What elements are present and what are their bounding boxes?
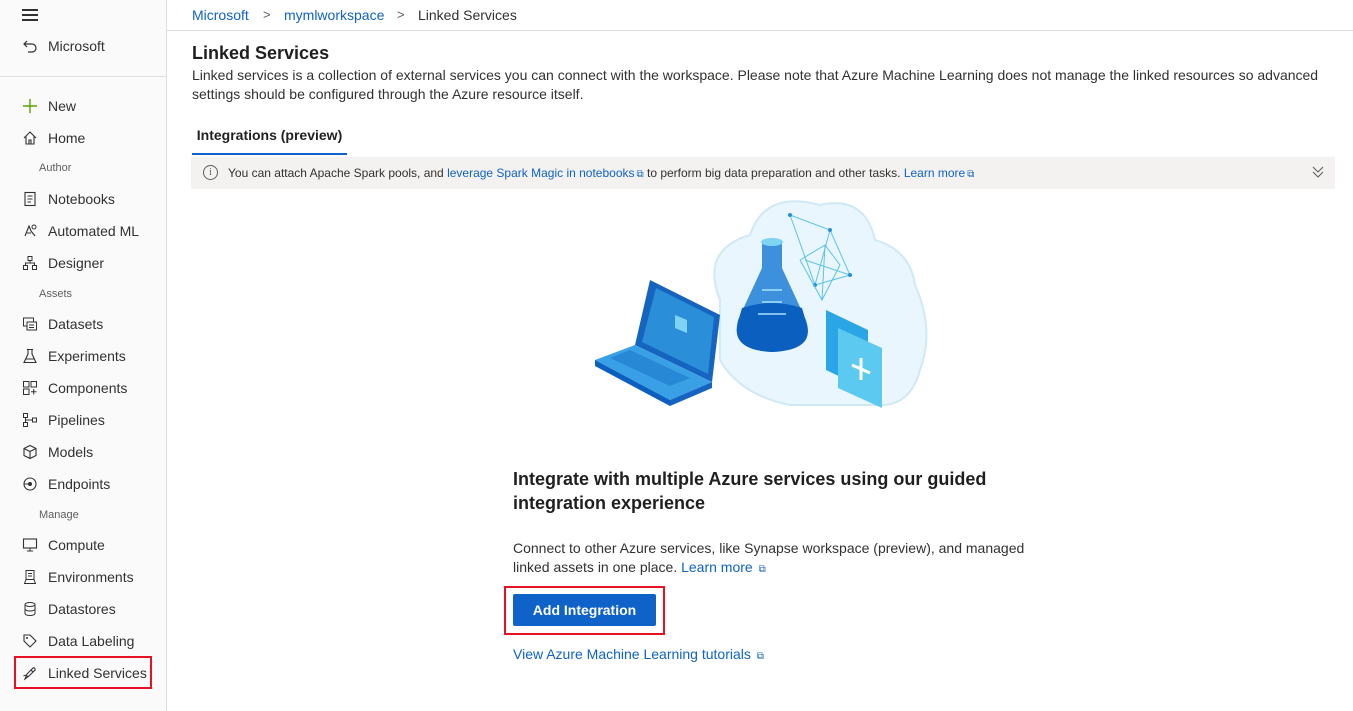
info-text: You can attach Apache Spark pools, and l… [228,166,974,180]
sidebar-item-label: Home [48,130,86,146]
sidebar-item-datastores[interactable]: Datastores [0,594,167,624]
sidebar-item-label: Datastores [48,601,116,617]
sidebar-item-label: Automated ML [48,223,140,239]
info-banner: i You can attach Apache Spark pools, and… [191,157,1335,189]
tutorials-link-label: View Azure Machine Learning tutorials [513,646,751,662]
sidebar: Microsoft New Home Author Notebooks Auto… [0,0,167,711]
breadcrumb-current: Linked Services [418,7,517,23]
notebook-icon [22,191,38,207]
sidebar-item-label: Compute [48,537,105,553]
expand-chevron-icon[interactable] [1311,164,1325,180]
pipelines-icon [22,412,38,428]
sidebar-divider [0,76,167,77]
sidebar-item-new[interactable]: New [0,91,167,121]
section-label: Author [39,162,72,174]
empty-state-heading: Integrate with multiple Azure services u… [513,469,987,513]
sidebar-item-models[interactable]: Models [0,437,167,467]
section-manage: Manage [0,509,167,526]
empty-state-description: Connect to other Azure services, like Sy… [513,539,1033,579]
database-icon [22,601,38,617]
tutorials-link[interactable]: View Azure Machine Learning tutorials ⧉ [513,646,764,662]
breadcrumb-workspace[interactable]: mymlworkspace [284,7,384,23]
sidebar-item-notebooks[interactable]: Notebooks [0,184,167,214]
components-icon [22,380,38,396]
sidebar-item-label: Environments [48,569,134,585]
sidebar-item-label: Components [48,380,128,396]
section-author: Author [0,162,167,179]
add-integration-button[interactable]: Add Integration [513,594,656,626]
info-icon: i [203,165,218,180]
home-icon [22,130,38,146]
sidebar-item-label: Designer [48,255,105,271]
sidebar-item-datasets[interactable]: Datasets [0,309,167,339]
sidebar-item-endpoints[interactable]: Endpoints [0,469,167,499]
sidebar-item-home[interactable]: Home [0,123,167,153]
sidebar-item-designer[interactable]: Designer [0,248,167,278]
info-learn-more-label: Learn more [903,166,966,180]
sidebar-item-label: Endpoints [48,476,111,492]
section-label: Manage [39,509,79,521]
spark-magic-link[interactable]: leverage Spark Magic in notebooks ⧉ [447,166,644,180]
external-link-icon: ⧉ [756,651,764,662]
automated-ml-icon [22,223,38,239]
learn-more-link[interactable]: Learn more ⧉ [681,559,766,575]
sidebar-item-components[interactable]: Components [0,373,167,403]
external-link-icon: ⧉ [636,169,644,180]
sidebar-item-label: Data Labeling [48,633,135,649]
designer-icon [22,255,38,271]
endpoints-icon [22,476,38,492]
breadcrumb-separator: > [397,7,405,22]
sidebar-item-label: Notebooks [48,191,115,207]
sidebar-item-automated-ml[interactable]: Automated ML [0,216,167,246]
sidebar-back-label: Microsoft [48,38,105,54]
page-description: Linked services is a collection of exter… [192,67,1319,102]
sidebar-item-pipelines[interactable]: Pipelines [0,405,167,435]
back-arrow-icon [22,38,38,54]
plus-icon [22,98,38,114]
cube-icon [22,444,38,460]
section-label: Assets [39,288,73,300]
info-text-part: You can attach Apache Spark pools, and [228,166,448,180]
breadcrumb: Microsoft > mymlworkspace > Linked Servi… [167,0,1353,31]
integration-illustration [590,190,935,415]
sidebar-item-experiments[interactable]: Experiments [0,341,167,371]
flask-icon [22,348,38,364]
sidebar-item-compute[interactable]: Compute [0,530,167,560]
breadcrumb-separator: > [263,7,271,22]
sidebar-item-label: Models [48,444,94,460]
sidebar-item-environments[interactable]: Environments [0,562,167,592]
tab-active-indicator [192,153,347,155]
empty-state-body-text: Connect to other Azure services, like Sy… [513,540,1025,575]
sidebar-item-label: Experiments [48,348,126,364]
hamburger-menu-icon[interactable] [22,9,38,21]
page-title: Linked Services [192,43,330,63]
external-link-icon: ⧉ [967,169,975,180]
learn-more-label: Learn more [681,559,753,575]
tag-icon [22,633,38,649]
sidebar-item-data-labeling[interactable]: Data Labeling [0,626,167,656]
info-learn-more-link[interactable]: Learn more ⧉ [904,166,975,180]
sidebar-item-label: Pipelines [48,412,105,428]
info-text-part: to perform big data preparation and othe… [643,166,904,180]
environment-icon [22,569,38,585]
sidebar-back-microsoft[interactable]: Microsoft [0,31,167,61]
monitor-icon [22,537,38,553]
datasets-icon [22,316,38,332]
tab-label: Integrations (preview) [196,127,343,143]
external-link-icon: ⧉ [758,564,766,575]
section-assets: Assets [0,288,167,305]
tab-integrations[interactable]: Integrations (preview) [192,124,347,155]
spark-magic-link-label: leverage Spark Magic in notebooks [447,166,635,180]
highlight-box-linked-services [14,656,152,689]
sidebar-item-label: Datasets [48,316,104,332]
breadcrumb-microsoft[interactable]: Microsoft [192,7,249,23]
sidebar-item-label: New [48,98,77,114]
